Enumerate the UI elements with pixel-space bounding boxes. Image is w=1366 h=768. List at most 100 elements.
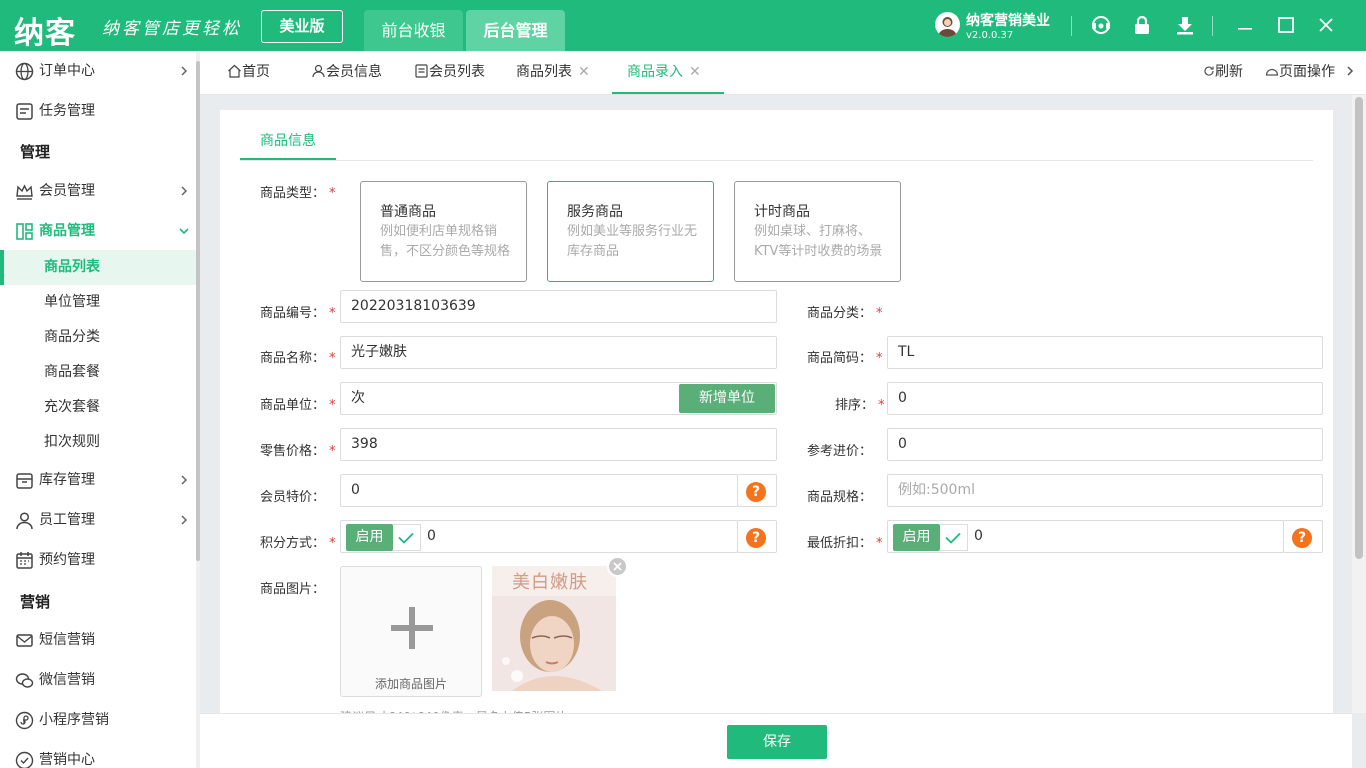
remove-image-icon[interactable] (607, 556, 628, 577)
marketing-icon (15, 751, 34, 768)
sidebar-item-inventory[interactable]: 库存管理 (0, 460, 196, 500)
add-image-button[interactable]: 添加商品图片 (340, 566, 482, 697)
sidebar-sub-deduct-rules[interactable]: 扣次规则 (0, 425, 196, 460)
refresh-icon (1204, 66, 1214, 76)
tab-goods-list[interactable]: 商品列表 ✕ (516, 51, 590, 94)
close-icon[interactable] (1315, 14, 1337, 36)
sort-input[interactable]: 0 (887, 382, 1323, 415)
inventory-icon (15, 471, 34, 490)
sidebar-sub-category[interactable]: 商品分类 (0, 320, 196, 355)
user-name[interactable]: 纳客营销美业 (966, 10, 1050, 30)
logo: 纳客 (14, 16, 76, 51)
home-icon (228, 64, 241, 78)
points-enable-toggle[interactable]: 启用 (346, 524, 393, 551)
sidebar-sub-package[interactable]: 商品套餐 (0, 355, 196, 390)
avatar[interactable] (935, 12, 960, 37)
name-input[interactable]: 光子嫩肤 (340, 336, 777, 369)
type-card-timed[interactable]: 计时商品 例如桌球、打麻将、KTV等计时收费的场景 (734, 181, 901, 282)
type-label: 商品类型： * (260, 186, 336, 201)
chevron-right-icon (178, 514, 190, 526)
retail-price-input[interactable]: 398 (340, 428, 777, 461)
ref-price-input[interactable]: 0 (887, 428, 1323, 461)
download-icon[interactable] (1174, 14, 1196, 36)
app-version: v2.0.0.37 (966, 30, 1014, 41)
sidebar-item-wechat[interactable]: 微信营销 (0, 660, 196, 700)
tab-close-icon[interactable]: ✕ (689, 64, 701, 80)
sidebar-sub-recharge-package[interactable]: 充次套餐 (0, 390, 196, 425)
sidebar-item-sms[interactable]: 短信营销 (0, 620, 196, 660)
plus-icon (391, 607, 433, 649)
check-icon[interactable] (940, 524, 968, 551)
tab-front-cashier[interactable]: 前台收银 (364, 10, 463, 51)
add-unit-button[interactable]: 新增单位 (679, 384, 775, 413)
goods-form-panel: 商品信息 商品类型： * 普通商品 例如便利店单规格销售，不区分颜色等规格 服务商… (220, 110, 1333, 724)
sidebar-item-members[interactable]: 会员管理 (0, 171, 196, 211)
sidebar: 订单中心 任务管理 管理 会员管理 商品管理 商品列表 单位管理 商品分类 商品… (0, 51, 196, 768)
check-icon[interactable] (393, 524, 421, 551)
task-icon (15, 102, 34, 121)
image-caption: 美白嫩肤 (512, 572, 588, 593)
sidebar-item-tasks[interactable]: 任务管理 (0, 91, 196, 131)
chevron-right-icon (178, 474, 190, 486)
spec-input[interactable]: 例如:500ml (887, 474, 1323, 507)
short-code-input[interactable]: TL (887, 336, 1323, 369)
discount-enable-toggle[interactable]: 启用 (893, 524, 940, 551)
help-icon[interactable]: ? (1292, 528, 1312, 548)
sidebar-scrollbar[interactable] (196, 51, 200, 768)
code-input[interactable]: 20220318103639 (340, 290, 777, 323)
code-label: 商品编号： * (260, 306, 336, 321)
support-icon[interactable] (1090, 14, 1112, 36)
content-scrollbar[interactable] (1352, 95, 1366, 713)
image-label: 商品图片： (260, 582, 326, 597)
sidebar-item-orders[interactable]: 订单中心 (0, 51, 196, 91)
refresh-button[interactable]: 刷新 (1203, 51, 1243, 94)
lock-icon[interactable] (1131, 14, 1153, 36)
miniapp-icon (15, 711, 34, 730)
help-icon[interactable]: ? (746, 482, 766, 502)
type-card-service[interactable]: 服务商品 例如美业等服务行业无库存商品 (547, 181, 714, 282)
retail-price-label: 零售价格： * (260, 444, 336, 459)
tab-goods-info[interactable]: 商品信息 (240, 110, 336, 160)
divider (1071, 16, 1072, 36)
points-label: 积分方式： * (260, 536, 336, 551)
sidebar-item-booking[interactable]: 预约管理 (0, 540, 196, 580)
ref-price-label: 参考进价： (807, 444, 873, 459)
unit-label: 商品单位： * (260, 398, 336, 413)
sidebar-item-staff[interactable]: 员工管理 (0, 500, 196, 540)
page-ops-button[interactable]: 页面操作 (1265, 51, 1335, 94)
goods-icon (15, 222, 34, 241)
sidebar-sub-unit[interactable]: 单位管理 (0, 285, 196, 320)
tab-back-office[interactable]: 后台管理 (466, 10, 565, 51)
globe-icon (15, 62, 34, 81)
chevron-down-icon (178, 225, 190, 237)
tab-member-info[interactable]: 会员信息 (311, 51, 382, 94)
category-label: 商品分类： * (807, 306, 883, 321)
user-icon (312, 64, 325, 78)
chevron-right-icon[interactable] (1345, 51, 1355, 94)
edition-badge[interactable]: 美业版 (261, 10, 343, 43)
sidebar-item-marketing-center[interactable]: 营销中心 (0, 740, 196, 768)
help-icon[interactable]: ? (746, 528, 766, 548)
sidebar-sub-goods-list[interactable]: 商品列表 (0, 250, 196, 285)
divider (240, 160, 1313, 161)
maximize-icon[interactable] (1275, 14, 1297, 36)
chevron-right-icon (178, 185, 190, 197)
page-tab-bar: 首页 会员信息 会员列表 商品列表 ✕ 商品录入 ✕ 刷新 页面操作 (200, 51, 1366, 95)
tab-goods-entry[interactable]: 商品录入 ✕ (612, 51, 724, 94)
minimize-icon[interactable] (1234, 14, 1256, 36)
chevron-right-icon (178, 65, 190, 77)
bottom-bar: 保存 (200, 713, 1352, 768)
sidebar-item-goods[interactable]: 商品管理 (0, 211, 196, 251)
type-card-normal[interactable]: 普通商品 例如便利店单规格销售，不区分颜色等规格 (360, 181, 527, 282)
save-button[interactable]: 保存 (727, 725, 827, 759)
member-price-input[interactable]: 0 (340, 474, 738, 507)
divider (1212, 16, 1213, 36)
section-manage: 管理 (20, 143, 51, 161)
tab-home[interactable]: 首页 (227, 51, 270, 94)
tab-close-icon[interactable]: ✕ (578, 64, 590, 80)
min-discount-label: 最低折扣： * (807, 536, 883, 551)
section-marketing: 营销 (20, 593, 51, 611)
sidebar-item-miniapp[interactable]: 小程序营销 (0, 700, 196, 740)
tab-member-list[interactable]: 会员列表 (414, 51, 485, 94)
product-image[interactable]: 美白嫩肤 (492, 566, 616, 691)
